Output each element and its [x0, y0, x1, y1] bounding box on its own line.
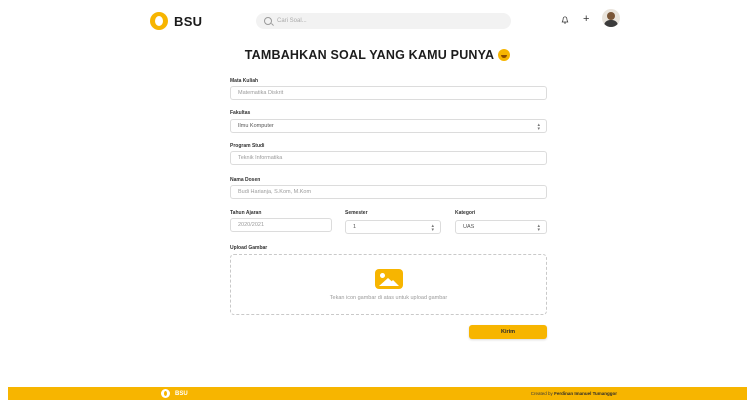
tahun-ajaran-input[interactable]: 2020/2021 — [230, 218, 332, 232]
credit-author-link[interactable]: Ferdinan Imanuel Tumanggor — [554, 391, 617, 396]
avatar-body — [604, 20, 618, 27]
kirim-button[interactable]: Kirim — [469, 325, 547, 339]
mata-kuliah-label: Mata Kuliah — [230, 78, 259, 84]
mata-kuliah-value: Matematika Diskrit — [238, 90, 284, 96]
page-title: TAMBAHKAN SOAL YANG KAMU PUNYA — [0, 48, 755, 62]
credit-prefix: Created by — [530, 391, 553, 396]
upload-hint: Tekan icon gambar di atas untuk upload g… — [329, 295, 448, 301]
tahun-ajaran-label: Tahun Ajaran — [230, 210, 262, 216]
brand-name: BSU — [174, 13, 203, 29]
kategori-select[interactable]: UAS ▴ ▾ — [455, 220, 547, 234]
bsu-logo-icon — [150, 12, 168, 30]
semester-value: 1 — [353, 224, 357, 230]
footer-brand-name: BSU — [175, 390, 188, 397]
fakultas-value: Ilmu Komputer — [238, 123, 274, 129]
program-studi-label: Program Studi — [230, 143, 265, 149]
nama-dosen-label: Nama Dosen — [230, 177, 261, 183]
page: BSU Cari Soal... + TAMBAHKAN SOAL YANG K… — [0, 0, 755, 400]
avatar-head — [607, 12, 615, 20]
search-icon — [264, 17, 272, 25]
program-studi-input[interactable]: Teknik Informatika — [230, 151, 547, 165]
program-studi-value: Teknik Informatika — [238, 155, 283, 161]
image-upload-icon[interactable] — [375, 269, 403, 289]
page-title-text: TAMBAHKAN SOAL YANG KAMU PUNYA — [244, 48, 495, 62]
nama-dosen-input[interactable]: Budi Harianja, S.Kom, M.Kom — [230, 185, 547, 199]
top-navbar: BSU Cari Soal... + — [0, 0, 755, 40]
footer-logo[interactable]: BSU — [161, 389, 188, 398]
tahun-ajaran-value: 2020/2021 — [238, 222, 264, 228]
bell-icon[interactable] — [561, 16, 569, 24]
brand-logo[interactable]: BSU — [150, 12, 202, 30]
smiling-face-icon — [498, 49, 511, 61]
search-placeholder: Cari Soal... — [277, 18, 307, 24]
footer-credit: Created by Ferdinan Imanuel Tumanggor — [531, 391, 617, 396]
search-input[interactable]: Cari Soal... — [256, 13, 511, 29]
chevron-up-down-icon: ▴ ▾ — [537, 223, 540, 233]
nama-dosen-value: Budi Harianja, S.Kom, M.Kom — [238, 189, 312, 195]
mata-kuliah-input[interactable]: Matematika Diskrit — [230, 86, 547, 100]
upload-dropzone[interactable]: Tekan icon gambar di atas untuk upload g… — [230, 254, 547, 315]
semester-select[interactable]: 1 ▴ ▾ — [345, 220, 441, 234]
user-avatar[interactable] — [602, 9, 620, 27]
fakultas-select[interactable]: Ilmu Komputer ▴ ▾ — [230, 119, 547, 133]
upload-gambar-label: Upload Gambar — [230, 245, 268, 251]
image-mountain-shape — [387, 280, 399, 286]
kategori-value: UAS — [463, 224, 475, 230]
semester-label: Semester — [345, 210, 368, 216]
kategori-label: Kategori — [455, 210, 476, 216]
fakultas-label: Fakultas — [230, 110, 251, 116]
footer: BSU Created by Ferdinan Imanuel Tumanggo… — [8, 387, 747, 400]
plus-icon[interactable]: + — [583, 13, 589, 25]
chevron-up-down-icon: ▴ ▾ — [431, 223, 434, 233]
chevron-up-down-icon: ▴ ▾ — [537, 122, 540, 132]
bsu-logo-icon — [161, 389, 170, 398]
